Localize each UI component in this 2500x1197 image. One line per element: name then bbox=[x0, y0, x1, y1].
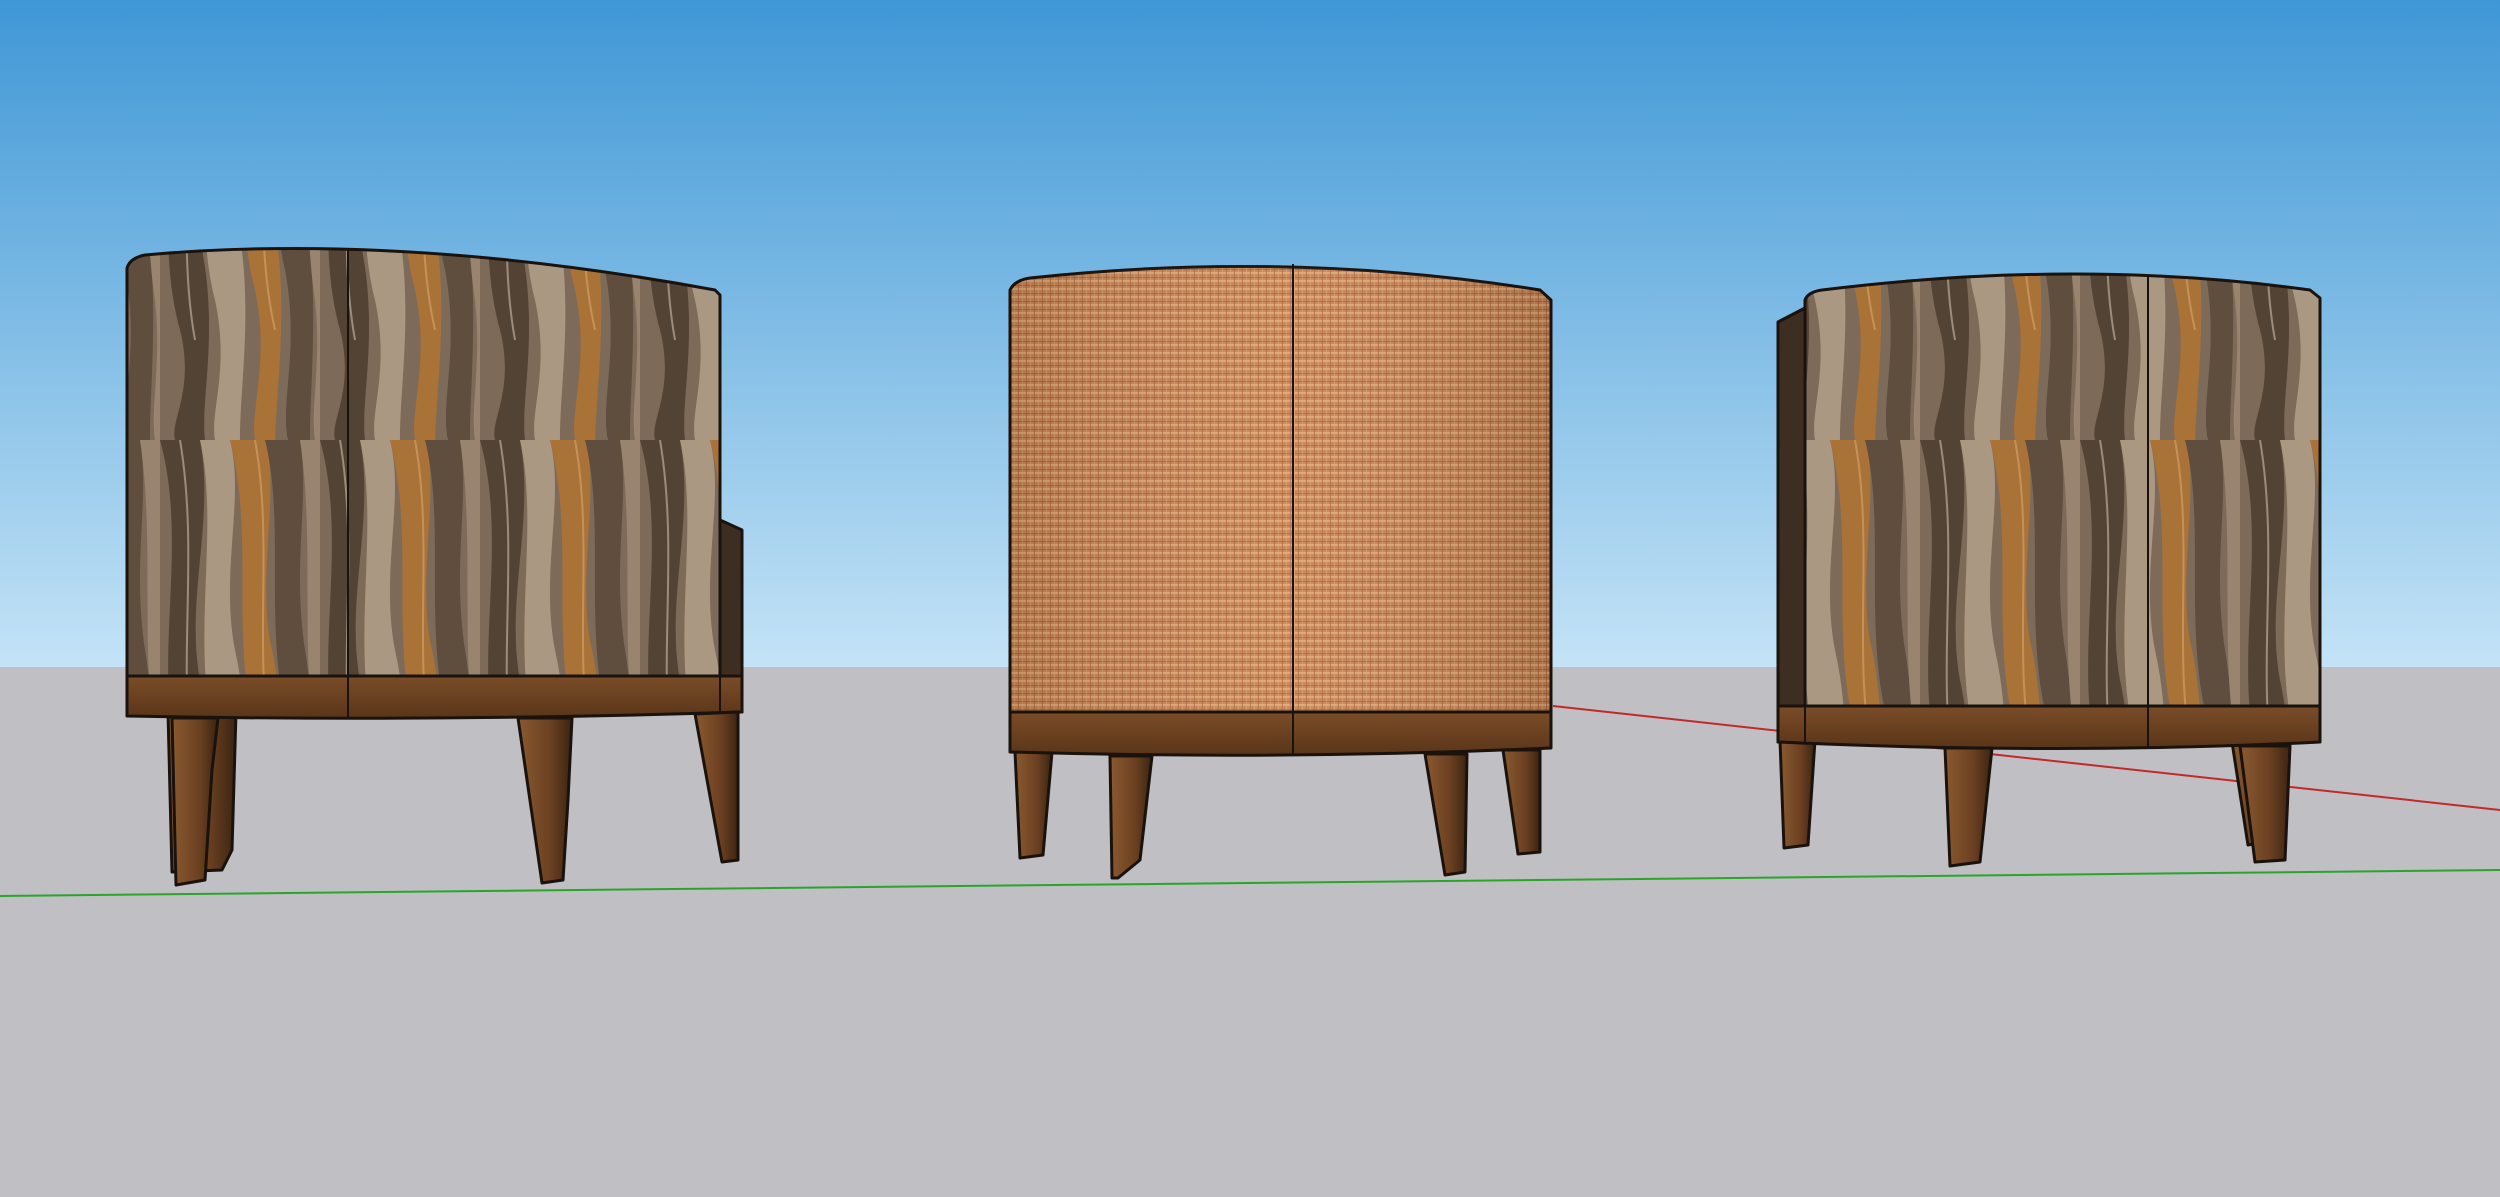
leg-back-left bbox=[1778, 738, 1817, 850]
cabinet-body bbox=[125, 246, 722, 678]
cabinet-base bbox=[1008, 710, 1553, 757]
side-panel bbox=[1776, 306, 1807, 744]
cabinet-base bbox=[125, 674, 744, 720]
cabinet-body bbox=[1803, 272, 2322, 708]
scene-canvas[interactable] bbox=[0, 0, 2500, 1197]
cabinet-base bbox=[1776, 704, 2322, 750]
3d-modeling-viewport[interactable] bbox=[0, 0, 2500, 1197]
